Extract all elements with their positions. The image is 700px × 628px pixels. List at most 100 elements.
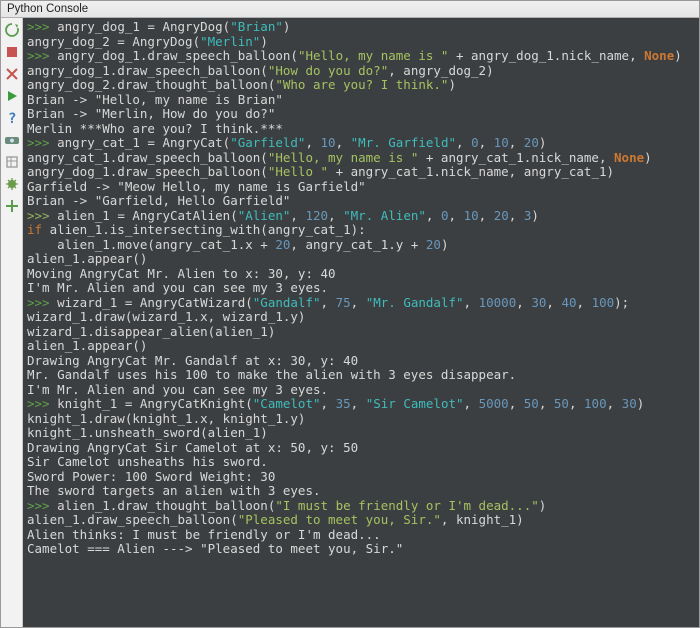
console-output-line: Alien thinks: I must be friendly or I'm … bbox=[27, 528, 685, 543]
code-token: I'm Mr. Alien and you can see my 3 eyes. bbox=[27, 382, 328, 397]
watch-icon[interactable] bbox=[4, 132, 20, 148]
console-input-line: >>> alien_1.draw_thought_balloon("I must… bbox=[27, 499, 685, 514]
code-token: , bbox=[351, 295, 366, 310]
settings-icon[interactable] bbox=[4, 154, 20, 170]
console-code-line: alien_1.draw_speech_balloon("Pleased to … bbox=[27, 513, 685, 528]
code-token: None bbox=[614, 150, 644, 165]
code-token: Camelot === Alien ---> "Pleased to meet … bbox=[27, 541, 403, 556]
code-token: , knight_1) bbox=[441, 512, 524, 527]
code-token: "Sir Camelot" bbox=[366, 396, 464, 411]
code-token: 10 bbox=[494, 135, 509, 150]
code-token: , bbox=[321, 396, 336, 411]
code-token: ) bbox=[531, 208, 539, 223]
code-token: , bbox=[569, 396, 584, 411]
console-output-line: Brian -> "Garfield, Hello Garfield" bbox=[27, 194, 685, 209]
code-token: Brian -> "Garfield, Hello Garfield" bbox=[27, 193, 290, 208]
code-token: 10 bbox=[321, 135, 336, 150]
code-token: Alien thinks: I must be friendly or I'm … bbox=[27, 527, 381, 542]
code-token: "Hello, my name is " bbox=[268, 150, 419, 165]
console-code-line: angry_dog_1.draw_speech_balloon("Hello "… bbox=[27, 165, 685, 180]
code-token: ) bbox=[283, 19, 291, 34]
code-token: 10000 bbox=[479, 295, 517, 310]
console-output-line: Brian -> "Hello, my name is Brian" bbox=[27, 93, 685, 108]
code-token: , bbox=[290, 208, 305, 223]
console-output-line: Sword Power: 100 Sword Weight: 30 bbox=[27, 470, 685, 485]
code-token: "Gandalf" bbox=[253, 295, 321, 310]
code-token: "Brian" bbox=[230, 19, 283, 34]
code-token: ) bbox=[441, 237, 449, 252]
code-token: Brian -> "Hello, my name is Brian" bbox=[27, 92, 283, 107]
console-code-line: alien_1.appear() bbox=[27, 339, 685, 354]
code-token: 120 bbox=[305, 208, 328, 223]
code-token: wizard_1.disappear_alien(alien_1) bbox=[27, 324, 275, 339]
code-token: Brian -> "Merlin, How do you do?" bbox=[27, 106, 275, 121]
code-token: 40 bbox=[561, 295, 576, 310]
code-token: alien_1.appear() bbox=[27, 338, 147, 353]
console-code-line: knight_1.unsheath_sword(alien_1) bbox=[27, 426, 685, 441]
console-input-line: >>> wizard_1 = AngryCatWizard("Gandalf",… bbox=[27, 296, 685, 311]
code-token: , bbox=[509, 208, 524, 223]
scrollbar[interactable] bbox=[689, 18, 699, 627]
code-token: "Mr. Garfield" bbox=[351, 135, 456, 150]
code-token: 75 bbox=[336, 295, 351, 310]
code-token: >>> bbox=[27, 396, 57, 411]
code-token: , bbox=[509, 396, 524, 411]
console-code-line: wizard_1.draw(wizard_1.x, wizard_1.y) bbox=[27, 310, 685, 325]
run-icon[interactable] bbox=[4, 88, 20, 104]
debug-icon[interactable] bbox=[4, 176, 20, 192]
panel-title: Python Console bbox=[1, 1, 699, 18]
console-input-line: >>> angry_dog_1 = AngryDog("Brian") bbox=[27, 20, 685, 35]
console-output-line: Sir Camelot unsheaths his sword. bbox=[27, 455, 685, 470]
code-token: , bbox=[546, 295, 561, 310]
code-token: ); bbox=[614, 295, 629, 310]
code-token: , bbox=[426, 208, 441, 223]
code-token: 20 bbox=[494, 208, 509, 223]
code-token: knight_1 = AngryCatKnight( bbox=[57, 396, 253, 411]
code-token: "How do you do?" bbox=[268, 63, 388, 78]
stop-icon[interactable] bbox=[4, 44, 20, 60]
code-token: 0 bbox=[441, 208, 449, 223]
code-token: 30 bbox=[531, 295, 546, 310]
code-token: 35 bbox=[336, 396, 351, 411]
code-token: alien_1.move(angry_cat_1.x + bbox=[27, 237, 275, 252]
console-output-line: Drawing AngryCat Sir Camelot at x: 50, y… bbox=[27, 441, 685, 456]
console-input-line: >>> alien_1 = AngryCatAlien("Alien", 120… bbox=[27, 209, 685, 224]
code-token: Garfield -> "Meow Hello, my name is Garf… bbox=[27, 179, 366, 194]
code-token: Mr. Gandalf uses his 100 to make the ali… bbox=[27, 367, 516, 382]
console-output-line: Camelot === Alien ---> "Pleased to meet … bbox=[27, 542, 685, 557]
help-icon[interactable]: ? bbox=[4, 110, 20, 126]
code-token: "Garfield" bbox=[230, 135, 305, 150]
code-token: None bbox=[644, 48, 674, 63]
code-token: + angry_cat_1.nick_name, bbox=[418, 150, 614, 165]
code-token: 50 bbox=[554, 396, 569, 411]
close-icon[interactable] bbox=[4, 66, 20, 82]
console-code-line: alien_1.move(angry_cat_1.x + 20, angry_c… bbox=[27, 238, 685, 253]
code-token: ) bbox=[539, 135, 547, 150]
code-token: "Mr. Gandalf" bbox=[366, 295, 464, 310]
code-token: I'm Mr. Alien and you can see my 3 eyes. bbox=[27, 280, 328, 295]
console-code-line: angry_dog_2.draw_thought_balloon("Who ar… bbox=[27, 78, 685, 93]
code-token: "I must be friendly or I'm dead..." bbox=[275, 498, 538, 513]
restart-icon[interactable] bbox=[4, 22, 20, 38]
code-token: >>> bbox=[27, 208, 57, 223]
code-token: "Who are you? I think." bbox=[275, 77, 448, 92]
console-toolbar: ? bbox=[1, 18, 23, 627]
code-token: angry_cat_1 = AngryCat( bbox=[57, 135, 230, 150]
code-token: wizard_1.draw(wizard_1.x, wizard_1.y) bbox=[27, 309, 305, 324]
console-output[interactable]: >>> angry_dog_1 = AngryDog("Brian") angry… bbox=[23, 18, 689, 627]
code-token: alien_1.is_intersecting_with(angry_cat_1… bbox=[50, 222, 366, 237]
code-token: , bbox=[607, 396, 622, 411]
code-token: "Hello " bbox=[268, 164, 328, 179]
console-output-line: Moving AngryCat Mr. Alien to x: 30, y: 4… bbox=[27, 267, 685, 282]
add-icon[interactable] bbox=[4, 198, 20, 214]
console-input-line: >>> angry_cat_1 = AngryCat("Garfield", 1… bbox=[27, 136, 685, 151]
code-token: 20 bbox=[524, 135, 539, 150]
console-code-line: if alien_1.is_intersecting_with(angry_ca… bbox=[27, 223, 685, 238]
code-token: , bbox=[509, 135, 524, 150]
console-output-line: I'm Mr. Alien and you can see my 3 eyes. bbox=[27, 281, 685, 296]
code-token: The sword targets an alien with 3 eyes. bbox=[27, 483, 321, 498]
panel-body: ? >>> angry_dog_1 = AngryDog("Brian") ang… bbox=[1, 18, 699, 627]
code-token: "Merlin" bbox=[200, 34, 260, 49]
code-token: >>> bbox=[27, 295, 57, 310]
code-token: 20 bbox=[275, 237, 290, 252]
